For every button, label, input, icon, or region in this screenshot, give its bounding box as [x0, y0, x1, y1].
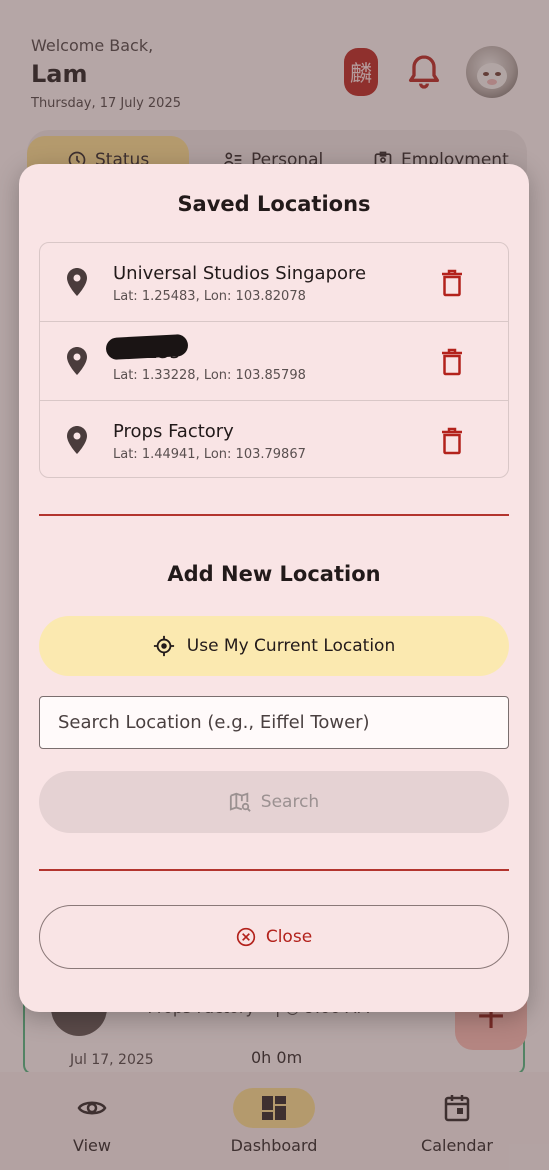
search-button[interactable]: Search — [39, 771, 509, 833]
location-pin-icon — [67, 347, 87, 375]
search-location-input[interactable] — [39, 696, 509, 749]
location-pin-icon — [67, 268, 87, 296]
location-coords: Lat: 1.33228, Lon: 103.85798 — [113, 368, 306, 383]
list-item[interactable]: Universal Studios Singapore Lat: 1.25483… — [40, 243, 508, 321]
location-coords: Lat: 1.25483, Lon: 103.82078 — [113, 289, 306, 304]
close-circle-icon — [236, 927, 256, 947]
button-label: Use My Current Location — [186, 636, 396, 656]
location-name: Props Factory — [113, 421, 234, 442]
button-label: Search — [260, 792, 320, 812]
dialog-title: Saved Locations — [177, 192, 371, 216]
saved-locations-dialog: Saved Locations Universal Studios Singap… — [19, 164, 529, 1012]
list-item[interactable]: Props Factory Lat: 1.44941, Lon: 103.798… — [40, 400, 508, 477]
my-location-icon — [153, 635, 174, 657]
close-button[interactable]: Close — [39, 905, 509, 969]
map-search-icon — [229, 792, 251, 812]
divider — [39, 514, 509, 516]
divider — [39, 869, 509, 871]
delete-icon[interactable] — [440, 269, 464, 297]
use-current-location-button[interactable]: Use My Current Location — [39, 616, 509, 676]
button-label: Close — [265, 927, 313, 947]
list-item[interactable]: Blk 235 Lat: 1.33228, Lon: 103.85798 — [40, 321, 508, 399]
location-name: Universal Studios Singapore — [113, 263, 367, 284]
add-location-title: Add New Location — [167, 562, 381, 586]
location-coords: Lat: 1.44941, Lon: 103.79867 — [113, 447, 306, 462]
location-pin-icon — [67, 426, 87, 454]
delete-icon[interactable] — [440, 427, 464, 455]
delete-icon[interactable] — [440, 348, 464, 376]
saved-locations-list: Universal Studios Singapore Lat: 1.25483… — [39, 242, 509, 478]
redaction-mark — [105, 333, 189, 361]
